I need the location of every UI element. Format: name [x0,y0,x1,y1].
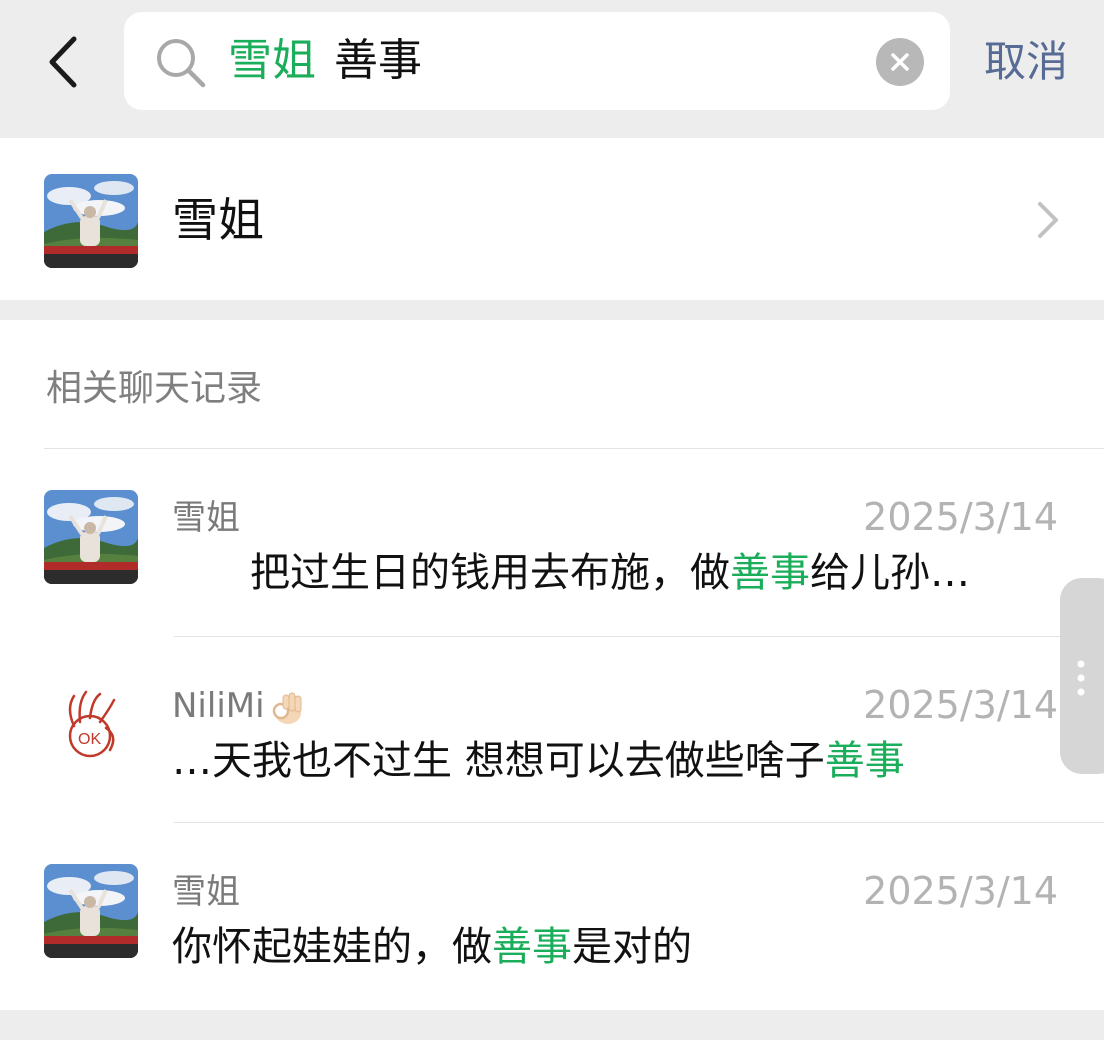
search-icon [157,39,206,88]
record-message-text: 是对的 [572,924,692,970]
svg-text:OK: OK [78,731,101,748]
floating-side-handle[interactable] [1060,578,1104,774]
chat-records-section: 相关聊天记录 雪姐 2025/3/14 把过生日的钱用去布施，做善事给儿孙… O… [0,320,1104,1010]
search-query-rest: 善事 [334,35,422,86]
search-header: 雪姐 善事 取消 [0,0,1104,138]
search-query[interactable]: 雪姐 善事 [228,32,422,90]
record-message-text: 给儿孙… [810,550,970,596]
divider [44,448,1104,449]
record-sender: 雪姐 [172,872,240,912]
chat-record-item[interactable]: 雪姐 2025/3/14 你怀起娃娃的，做善事是对的 [0,824,1104,1010]
record-message-highlight: 善事 [730,550,810,596]
section-title: 相关聊天记录 [46,368,263,409]
clear-search-button[interactable] [876,38,924,86]
record-time: 2025/3/14 [863,683,1058,727]
record-message: 把过生日的钱用去布施，做善事给儿孙… [250,546,970,600]
avatar [44,864,138,958]
more-vertical-icon [1077,660,1085,696]
contact-row[interactable]: 雪姐 [0,138,1104,300]
record-message-text: 你怀起娃娃的，做 [172,924,492,970]
ok-hand-emoji-icon [272,692,302,724]
avatar [44,174,138,268]
clear-icon [891,53,909,71]
search-query-highlight: 雪姐 [228,35,316,86]
divider [174,822,1104,823]
chevron-right-icon [1038,202,1058,238]
record-time: 2025/3/14 [863,495,1058,539]
record-message: 你怀起娃娃的，做善事是对的 [172,920,692,974]
record-message-text: 把过生日的钱用去布施，做 [250,550,730,596]
chat-record-item[interactable]: OK NiliMi 2025/3/14 …天我也不过生 想想可以去做些啥子善事 [0,638,1104,822]
record-message-text: …天我也不过生 想想可以去做些啥子 [172,738,825,784]
chat-record-item[interactable]: 雪姐 2025/3/14 把过生日的钱用去布施，做善事给儿孙… [0,450,1104,636]
search-input[interactable]: 雪姐 善事 [124,12,950,110]
record-sender: NiliMi [172,684,305,728]
record-message-highlight: 善事 [492,924,572,970]
divider [174,636,1104,637]
bottom-strip [0,1010,1104,1040]
record-sender: 雪姐 [172,498,240,538]
record-message-highlight: 善事 [824,738,905,784]
contact-name: 雪姐 [172,193,264,247]
record-sender-name: NiliMi [172,686,265,726]
avatar [44,490,138,584]
back-button[interactable] [38,32,88,92]
chevron-left-icon [49,36,77,88]
avatar: OK [44,678,138,772]
contact-results: 雪姐 [0,138,1104,300]
record-message: …天我也不过生 想想可以去做些啥子善事 [172,734,905,788]
cancel-button[interactable]: 取消 [984,34,1068,90]
record-time: 2025/3/14 [863,869,1058,913]
